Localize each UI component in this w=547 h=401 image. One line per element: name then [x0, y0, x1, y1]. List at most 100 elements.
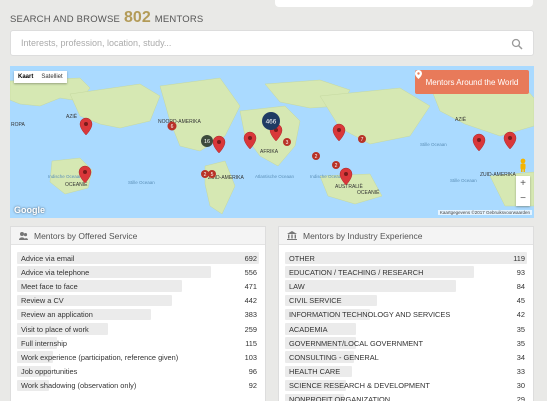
industry-row[interactable]: ACADEMIA 35: [285, 322, 527, 336]
industry-panel: Mentors by Industry Experience OTHER 119 E…: [278, 226, 534, 401]
service-panel-title: Mentors by Offered Service: [34, 230, 138, 241]
mentors-around-world-button[interactable]: Mentors Around the World: [415, 70, 529, 94]
google-logo: Google: [14, 205, 45, 215]
map-region-label: AUSTRALIË: [335, 183, 363, 190]
map-marker[interactable]: [332, 123, 346, 142]
service-count: 259: [244, 324, 257, 334]
industry-label: EDUCATION / TEACHING / RESEARCH: [289, 267, 424, 277]
service-count: 692: [244, 253, 257, 263]
industry-row[interactable]: OTHER 119: [285, 251, 527, 265]
service-count: 115: [245, 338, 257, 348]
industry-label: SCIENCE RESEARCH & DEVELOPMENT: [289, 381, 430, 391]
map-region-label: ROPA: [11, 122, 25, 128]
cluster-count: 5: [211, 172, 214, 178]
search-input[interactable]: [21, 38, 511, 48]
map-pin-icon: [415, 70, 422, 79]
service-count: 103: [244, 352, 257, 362]
service-row[interactable]: Advice via telephone 556: [17, 265, 259, 279]
service-label: Work experience (participation, referenc…: [21, 352, 179, 362]
search-icon[interactable]: [511, 37, 523, 50]
map-attribution[interactable]: Kaartgegevens ©2017 Gebruiksvoorwaarden: [437, 210, 532, 215]
industry-bar: [285, 252, 527, 264]
service-list: Advice via email 692 Advice via telephone 5…: [11, 245, 265, 393]
industry-row[interactable]: NONPROFIT ORGANIZATION 29: [285, 393, 527, 401]
map-cluster[interactable]: 466: [262, 112, 280, 130]
cluster-count: 3: [286, 140, 289, 146]
cluster-count: 466: [266, 119, 277, 126]
service-row[interactable]: Work experience (participation, referenc…: [17, 350, 259, 364]
zoom-in-button[interactable]: +: [520, 178, 526, 189]
map-region-label: AZIË: [66, 113, 78, 120]
map-type-control: Kaart Satelliet: [14, 71, 67, 83]
tab-map[interactable]: Kaart: [14, 71, 37, 83]
service-row[interactable]: Review a CV 442: [17, 294, 259, 308]
map-cluster[interactable]: 5: [208, 170, 216, 178]
service-row[interactable]: Visit to place of work 259: [17, 322, 259, 336]
map-region-label: Stille Oceaan: [420, 142, 447, 147]
zoom-out-button[interactable]: −: [520, 193, 526, 204]
industry-row[interactable]: HEALTH CARE 33: [285, 365, 527, 379]
map-region-label: OCEANIË: [357, 189, 380, 196]
map-region-label: Indische Oceaan: [310, 174, 344, 179]
service-row[interactable]: Advice via email 692: [17, 251, 259, 265]
service-row[interactable]: Review an application 383: [17, 308, 259, 322]
cluster-count: 2: [315, 154, 318, 160]
industry-count: 119: [513, 253, 525, 263]
top-strip: [0, 0, 547, 8]
map-region-label: Stille Oceaan: [128, 180, 155, 185]
card-edge: [275, 0, 533, 7]
map-cluster[interactable]: 2: [332, 161, 340, 169]
map-marker[interactable]: [472, 133, 486, 152]
map-marker[interactable]: [79, 117, 93, 136]
industry-count: 45: [516, 296, 525, 306]
industry-panel-header: Mentors by Industry Experience: [279, 227, 533, 245]
industry-row[interactable]: INFORMATION TECHNOLOGY AND SERVICES 42: [285, 308, 527, 322]
cluster-count: 2: [204, 172, 207, 178]
industry-count: 35: [516, 338, 525, 348]
service-label: Review a CV: [21, 296, 64, 306]
title-prefix: SEARCH AND BROWSE: [10, 14, 121, 25]
service-count: 442: [244, 296, 257, 306]
industry-row[interactable]: EDUCATION / TEACHING / RESEARCH 93: [285, 265, 527, 279]
zoom-control: + −: [516, 176, 530, 206]
map-marker[interactable]: [503, 131, 517, 150]
service-label: Full internship: [21, 338, 68, 348]
service-count: 471: [244, 281, 257, 291]
map-region-label: Atlantische Oceaan: [255, 174, 295, 179]
industry-count: 34: [516, 352, 525, 362]
industry-label: CIVIL SERVICE: [289, 296, 342, 306]
mentor-count: 802: [124, 9, 151, 26]
world-map[interactable]: Indische Oceaan Stille Oceaan Atlantisch…: [10, 66, 534, 218]
map-cluster[interactable]: 2: [312, 152, 320, 160]
industry-row[interactable]: CIVIL SERVICE 45: [285, 294, 527, 308]
map-cluster[interactable]: 2: [201, 170, 209, 178]
service-group-icon: [19, 232, 28, 240]
industry-row[interactable]: SCIENCE RESEARCH & DEVELOPMENT 30: [285, 379, 527, 393]
map-cluster[interactable]: 7: [358, 135, 366, 143]
map-region-label: NOORD-AMERIKA: [158, 119, 201, 125]
service-row[interactable]: Full internship 115: [17, 336, 259, 350]
map-cluster[interactable]: 3: [283, 138, 291, 146]
street-view-icon[interactable]: [518, 158, 528, 172]
map-region-label: ZUID-AMERIKA: [480, 172, 517, 178]
industry-label: GOVERNMENT/LOCAL GOVERNMENT: [289, 338, 424, 348]
service-row[interactable]: Job opportunities 96: [17, 365, 259, 379]
industry-count: 35: [516, 324, 525, 334]
service-label: Advice via telephone: [21, 267, 90, 277]
industry-count: 42: [516, 310, 525, 320]
industry-row[interactable]: GOVERNMENT/LOCAL GOVERNMENT 35: [285, 336, 527, 350]
industry-count: 30: [516, 381, 525, 391]
industry-row[interactable]: CONSULTING - GENERAL 34: [285, 350, 527, 364]
map-cluster[interactable]: 6: [167, 121, 177, 131]
cluster-count: 7: [361, 137, 364, 143]
industry-row[interactable]: LAW 84: [285, 279, 527, 293]
map-marker[interactable]: [212, 135, 226, 154]
service-row[interactable]: Meet face to face 471: [17, 279, 259, 293]
service-label: Advice via email: [21, 253, 75, 263]
service-row[interactable]: Work shadowing (observation only) 92: [17, 379, 259, 393]
tab-satellite[interactable]: Satelliet: [37, 71, 66, 83]
map-cluster[interactable]: 16: [201, 135, 213, 147]
service-count: 96: [248, 367, 257, 377]
service-label: Review an application: [21, 310, 93, 320]
mentors-around-world-label: Mentors Around the World: [425, 77, 519, 87]
